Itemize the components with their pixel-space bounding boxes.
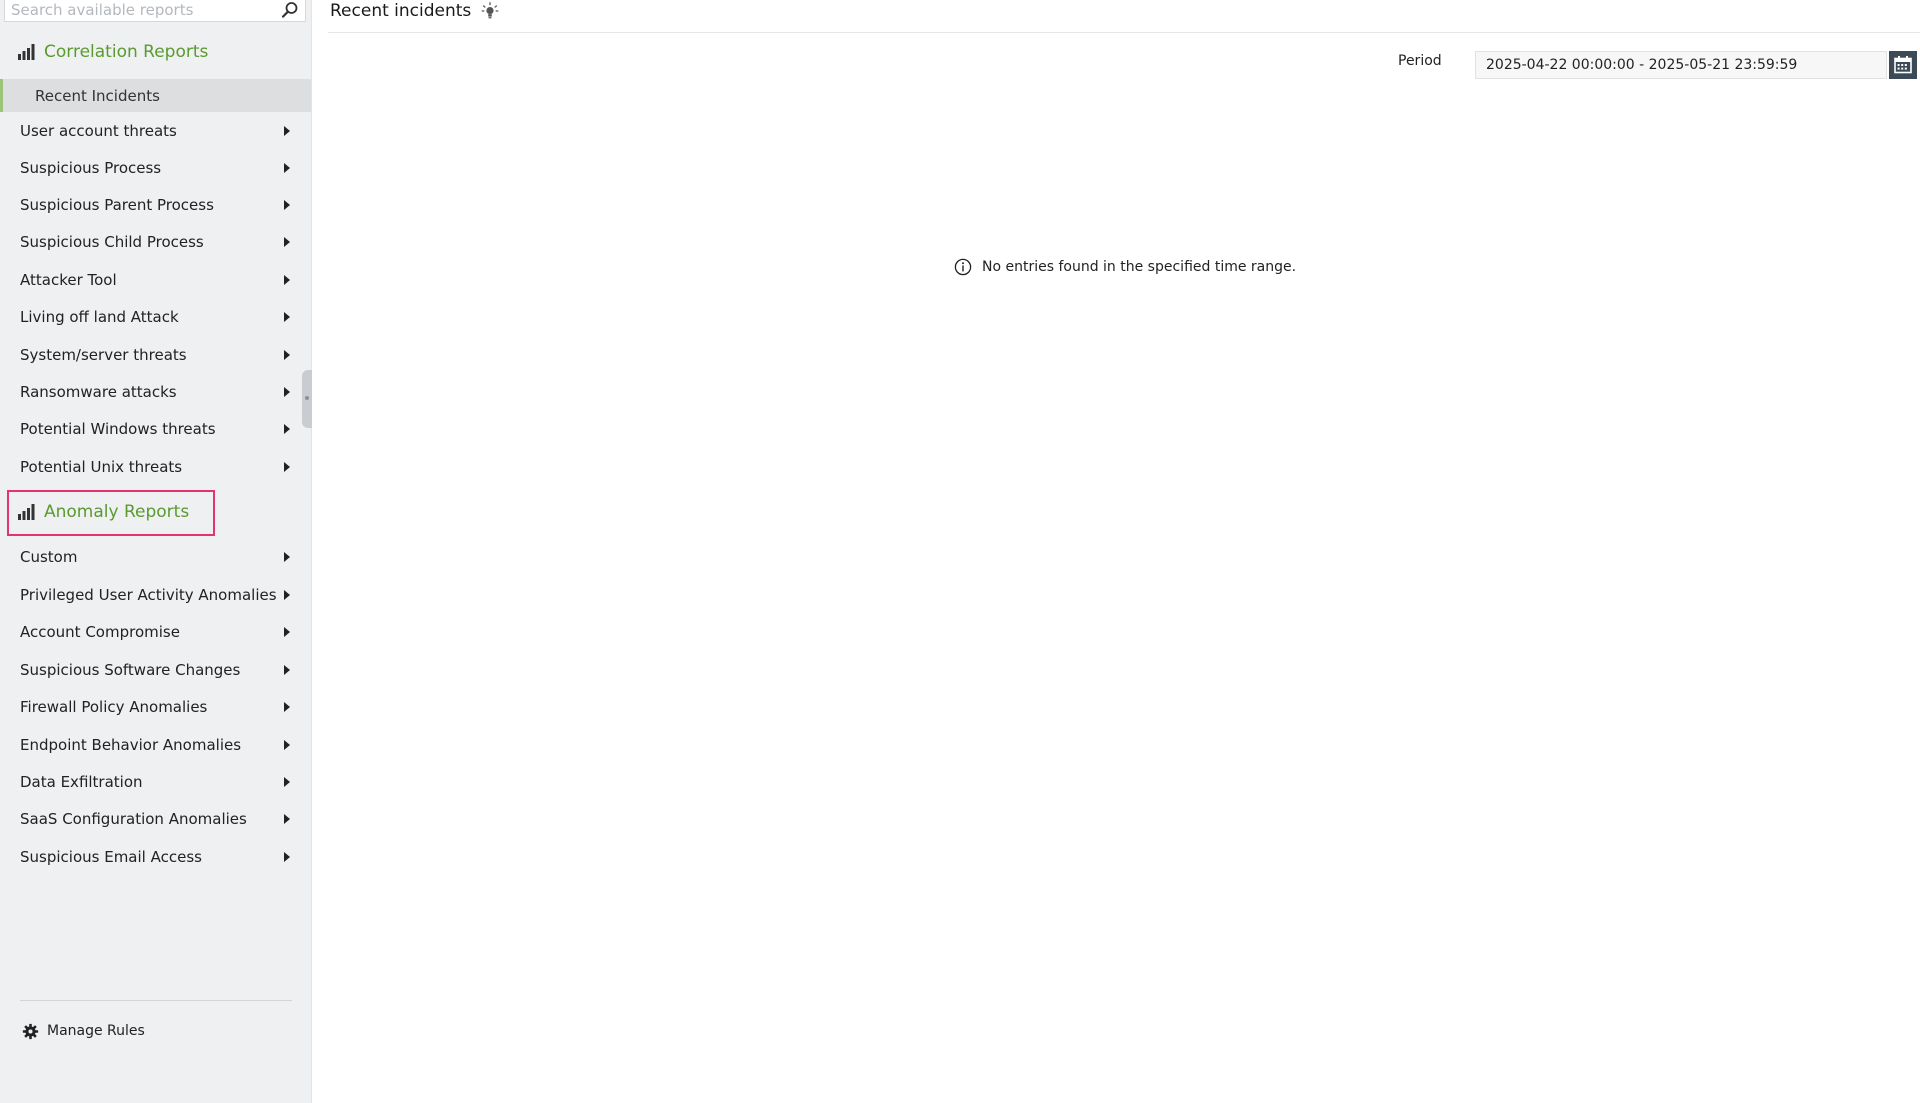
manage-rules-link[interactable]: Manage Rules [22, 1020, 145, 1042]
sidebar-item-label: System/server threats [20, 346, 187, 364]
manage-rules-label: Manage Rules [47, 1023, 145, 1039]
sidebar-item-suspicious-child-process[interactable]: Suspicious Child Process [0, 227, 311, 257]
period-label: Period [1398, 53, 1442, 69]
sidebar-item-label: SaaS Configuration Anomalies [20, 810, 247, 828]
anomaly-reports-title: Anomaly Reports [44, 502, 190, 522]
caret-right-icon [284, 627, 290, 637]
correlation-reports-header[interactable]: Correlation Reports [18, 38, 208, 66]
caret-right-icon [284, 200, 290, 210]
sidebar-item-custom[interactable]: Custom [0, 542, 311, 572]
sidebar-item-data-exfiltration[interactable]: Data Exfiltration [0, 767, 311, 797]
caret-right-icon [284, 590, 290, 600]
lightbulb-icon[interactable] [481, 2, 499, 20]
caret-right-icon [284, 163, 290, 173]
sidebar-item-system-server-threats[interactable]: System/server threats [0, 340, 311, 370]
sidebar-item-suspicious-parent-process[interactable]: Suspicious Parent Process [0, 190, 311, 220]
header-divider [328, 32, 1920, 33]
sidebar-collapse-handle[interactable] [302, 370, 312, 428]
sidebar-item-label: User account threats [20, 122, 177, 140]
sidebar-item-label: Suspicious Child Process [20, 233, 204, 251]
sidebar-item-label: Ransomware attacks [20, 383, 177, 401]
sidebar-item-label: Suspicious Email Access [20, 848, 202, 866]
search-icon[interactable] [281, 1, 299, 19]
period-range-field[interactable]: 2025-04-22 00:00:00 - 2025-05-21 23:59:5… [1475, 51, 1887, 79]
bar-chart-icon [18, 504, 35, 520]
sidebar-item-label: Suspicious Software Changes [20, 661, 241, 679]
sidebar-item-label: Suspicious Parent Process [20, 196, 214, 214]
sidebar-item-suspicious-process[interactable]: Suspicious Process [0, 153, 311, 183]
reports-sidebar: Correlation Reports Recent Incidents Use… [0, 0, 312, 1103]
sidebar-item-endpoint-behavior-anomalies[interactable]: Endpoint Behavior Anomalies [0, 730, 311, 760]
caret-right-icon [284, 126, 290, 136]
sidebar-item-label: Potential Windows threats [20, 420, 216, 438]
sidebar-item-label: Recent Incidents [35, 86, 160, 105]
caret-right-icon [284, 665, 290, 675]
sidebar-item-label: Endpoint Behavior Anomalies [20, 736, 242, 754]
sidebar-item-label: Custom [20, 548, 78, 566]
caret-right-icon [284, 552, 290, 562]
caret-right-icon [284, 462, 290, 472]
sidebar-item-label: Living off land Attack [20, 308, 179, 326]
main-header: Recent incidents [330, 0, 499, 22]
sidebar-item-ransomware-attacks[interactable]: Ransomware attacks [0, 377, 311, 407]
caret-right-icon [284, 852, 290, 862]
sidebar-item-firewall-policy-anomalies[interactable]: Firewall Policy Anomalies [0, 692, 311, 722]
sidebar-item-potential-unix-threats[interactable]: Potential Unix threats [0, 452, 311, 482]
sidebar-item-saas-configuration-anomalies[interactable]: SaaS Configuration Anomalies [0, 804, 311, 834]
caret-right-icon [284, 777, 290, 787]
sidebar-item-label: Firewall Policy Anomalies [20, 698, 208, 716]
sidebar-divider [20, 1000, 292, 1001]
search-input[interactable] [11, 0, 273, 20]
sidebar-item-suspicious-software-changes[interactable]: Suspicious Software Changes [0, 655, 311, 685]
sidebar-item-recent-incidents[interactable]: Recent Incidents [0, 79, 311, 112]
sidebar-item-living-off-land-attack[interactable]: Living off land Attack [0, 302, 311, 332]
sidebar-item-label: Data Exfiltration [20, 773, 143, 791]
caret-right-icon [284, 275, 290, 285]
caret-right-icon [284, 237, 290, 247]
search-box [4, 0, 306, 22]
bar-chart-icon [18, 44, 35, 60]
caret-right-icon [284, 814, 290, 824]
sidebar-item-suspicious-email-access[interactable]: Suspicious Email Access [0, 842, 311, 872]
correlation-reports-title: Correlation Reports [44, 42, 209, 62]
sidebar-item-label: Potential Unix threats [20, 458, 183, 476]
sidebar-item-label: Privileged User Activity Anomalies [20, 586, 277, 604]
page-title: Recent incidents [330, 1, 472, 21]
sidebar-item-label: Account Compromise [20, 623, 180, 641]
caret-right-icon [284, 702, 290, 712]
sidebar-item-privileged-user-activity-anomalies[interactable]: Privileged User Activity Anomalies [0, 580, 311, 610]
empty-state-message: No entries found in the specified time r… [954, 258, 1296, 276]
caret-right-icon [284, 424, 290, 434]
calendar-button[interactable] [1889, 51, 1917, 79]
sidebar-item-label: Attacker Tool [20, 271, 117, 289]
sidebar-item-user-account-threats[interactable]: User account threats [0, 116, 311, 146]
caret-right-icon [284, 350, 290, 360]
info-icon [954, 258, 972, 276]
gear-icon [22, 1023, 39, 1039]
sidebar-item-potential-windows-threats[interactable]: Potential Windows threats [0, 414, 311, 444]
empty-state-text: No entries found in the specified time r… [982, 259, 1297, 275]
caret-right-icon [284, 740, 290, 750]
sidebar-item-account-compromise[interactable]: Account Compromise [0, 617, 311, 647]
sidebar-item-label: Suspicious Process [20, 159, 162, 177]
app-page: Correlation Reports Recent Incidents Use… [0, 0, 1920, 1103]
caret-right-icon [284, 312, 290, 322]
sidebar-item-attacker-tool[interactable]: Attacker Tool [0, 265, 311, 295]
calendar-icon [1894, 56, 1912, 74]
caret-right-icon [284, 387, 290, 397]
anomaly-reports-header[interactable]: Anomaly Reports [18, 498, 189, 526]
